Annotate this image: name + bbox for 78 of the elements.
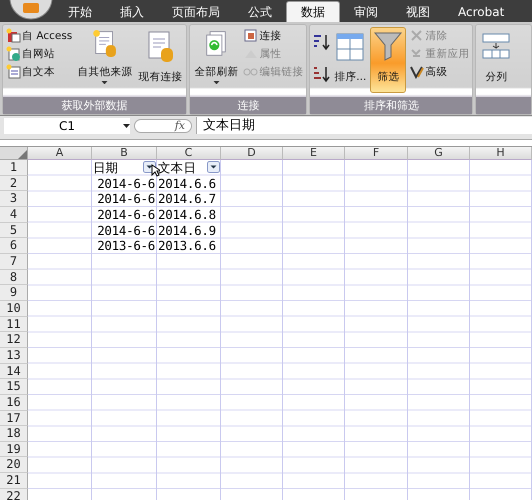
table-cell: 2014.6.7 bbox=[158, 191, 216, 206]
clear-filter-icon bbox=[409, 28, 424, 43]
group-label: 获取外部数据 bbox=[3, 97, 186, 114]
row-header[interactable]: 2 bbox=[0, 176, 28, 192]
group-footer-bar bbox=[476, 97, 531, 114]
row-header[interactable]: 4 bbox=[0, 206, 28, 223]
row-header[interactable]: 19 bbox=[0, 442, 28, 458]
sort-descending-icon bbox=[312, 65, 330, 83]
group-label: 连接 bbox=[190, 97, 306, 114]
office-button[interactable] bbox=[8, 0, 54, 22]
row-header[interactable]: 15 bbox=[0, 379, 28, 395]
ribbon-tab[interactable]: 页面布局 bbox=[158, 2, 234, 22]
table-cell-text: 2014-6-6 bbox=[96, 206, 155, 222]
row-header[interactable]: 7 bbox=[0, 254, 28, 270]
row-header[interactable]: 8 bbox=[0, 270, 28, 286]
row-header[interactable]: 21 bbox=[0, 473, 28, 489]
ribbon-tab[interactable]: Acrobat bbox=[444, 2, 518, 22]
row-header[interactable]: 10 bbox=[0, 300, 28, 317]
document-icon bbox=[6, 64, 21, 79]
filter-dropdown-button[interactable] bbox=[207, 161, 220, 173]
ribbon-button[interactable]: 排序... bbox=[332, 27, 368, 93]
table-cell: 文本日 bbox=[158, 160, 196, 175]
name-box[interactable]: C1 bbox=[4, 118, 130, 134]
row-header[interactable]: 12 bbox=[0, 332, 28, 348]
column-header[interactable]: E bbox=[283, 147, 345, 160]
row-header[interactable]: 5 bbox=[0, 222, 28, 238]
caret-icon bbox=[123, 124, 130, 128]
ribbon-button[interactable]: 筛选 bbox=[370, 27, 406, 93]
ribbon-button[interactable]: 分列 bbox=[478, 27, 514, 93]
connection-icon bbox=[243, 28, 258, 43]
row-header[interactable]: 14 bbox=[0, 364, 28, 380]
ribbon-button[interactable]: 自其他来源 bbox=[75, 27, 134, 93]
ribbon-button[interactable]: 连接 bbox=[242, 28, 304, 43]
insert-function-button[interactable]: fx bbox=[134, 118, 192, 132]
column-header[interactable]: F bbox=[345, 147, 408, 160]
column-header[interactable]: G bbox=[408, 147, 470, 160]
column-header[interactable]: C bbox=[157, 147, 221, 160]
ribbon-button[interactable]: 自网站 bbox=[5, 46, 74, 61]
column-header[interactable]: A bbox=[28, 147, 92, 160]
row-header[interactable]: 16 bbox=[0, 394, 28, 410]
table-cell-text: 2013-6-6 bbox=[96, 238, 155, 254]
ribbon-button[interactable]: 高级 bbox=[408, 64, 470, 79]
row-header[interactable]: 20 bbox=[0, 457, 28, 474]
ribbon-tab[interactable]: 公式 bbox=[234, 2, 286, 22]
table-cell: 2014.6.6 bbox=[158, 176, 216, 191]
ribbon-button[interactable]: 现有连接 bbox=[136, 27, 184, 93]
row-header[interactable]: 17 bbox=[0, 410, 28, 426]
table-cell-text: 2014-6-6 bbox=[96, 222, 155, 238]
table-cell-text: 2014-6-6 bbox=[96, 191, 155, 206]
row-header[interactable]: 9 bbox=[0, 285, 28, 301]
column-header[interactable]: B bbox=[92, 147, 157, 160]
table-cell: 2013.6.6 bbox=[158, 238, 216, 254]
row-header[interactable]: 22 bbox=[0, 488, 28, 500]
mouse-cursor-icon bbox=[151, 164, 160, 177]
column-header[interactable]: D bbox=[221, 147, 283, 160]
column-header[interactable]: H bbox=[470, 147, 532, 160]
ribbon-tab[interactable]: 插入 bbox=[106, 2, 158, 22]
ribbon-button[interactable]: 自文本 bbox=[5, 64, 74, 79]
table-cell: 2014.6.8 bbox=[158, 206, 216, 222]
ribbon-tab[interactable]: 开始 bbox=[54, 2, 106, 22]
sort-ascending-icon bbox=[312, 33, 330, 51]
table-cell: 日期 bbox=[93, 160, 118, 175]
row-header[interactable]: 6 bbox=[0, 238, 28, 254]
ribbon-tab[interactable]: 视图 bbox=[392, 2, 444, 22]
ribbon-tab[interactable]: 审阅 bbox=[340, 2, 392, 22]
row-header[interactable]: 3 bbox=[0, 191, 28, 207]
formula-field[interactable]: 文本日期 bbox=[196, 117, 532, 134]
row-header[interactable]: 1 bbox=[0, 160, 28, 176]
ribbon-button[interactable]: 全部刷新 bbox=[192, 27, 240, 93]
table-cell: 2014.6.9 bbox=[158, 222, 216, 238]
table-cell-text: 2014-6-6 bbox=[96, 176, 155, 191]
ribbon-button[interactable]: 自 Access bbox=[5, 28, 74, 43]
row-header[interactable]: 18 bbox=[0, 426, 28, 442]
ribbon-tab[interactable]: 数据 bbox=[286, 1, 340, 22]
row-header[interactable]: 11 bbox=[0, 316, 28, 332]
advanced-filter-icon bbox=[409, 64, 424, 79]
row-header[interactable]: 13 bbox=[0, 348, 28, 364]
group-label: 排序和筛选 bbox=[310, 97, 472, 114]
